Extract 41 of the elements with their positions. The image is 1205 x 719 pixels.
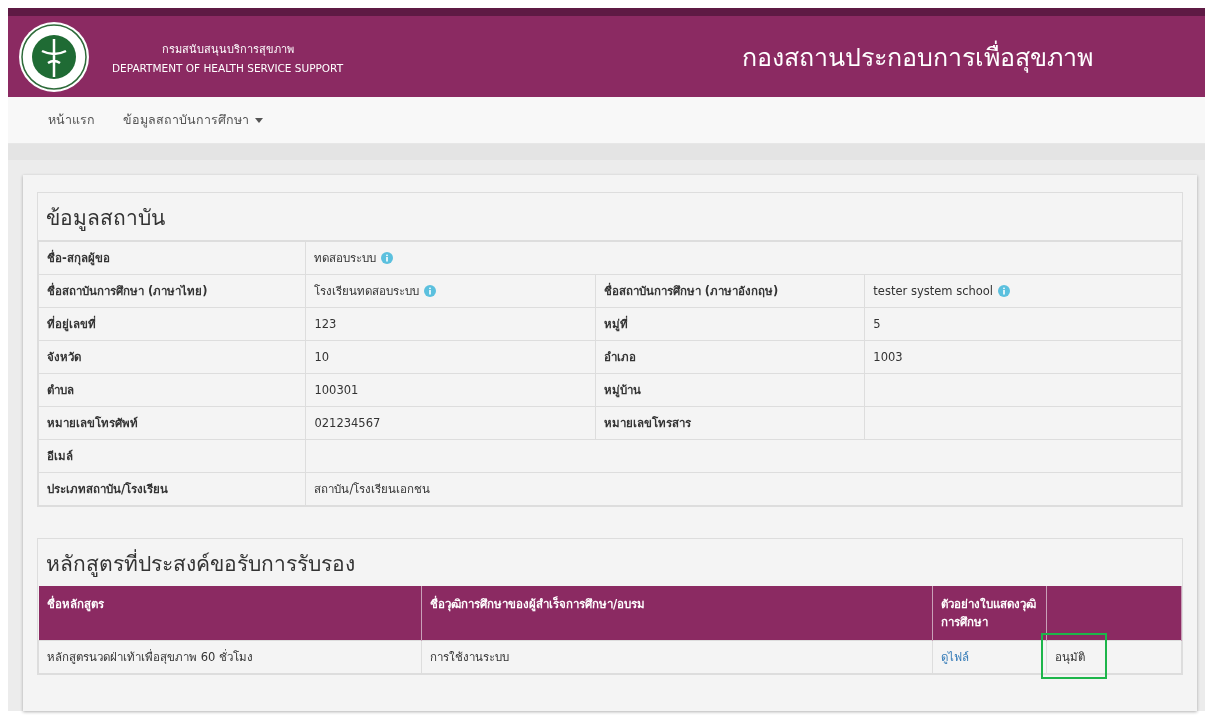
field-label: หมู่บ้าน [595,373,865,407]
field-label: ที่อยู่เลขที่ [38,307,306,341]
nav-link[interactable]: ข้อมูลสถาบันการศึกษา [123,110,263,130]
field-label: ประเภทสถาบัน/โรงเรียน [38,472,306,506]
site-title: กองสถานประกอบการเพื่อสุขภาพ [742,39,1093,75]
table-cell: หลักสูตรนวดฝ่าเท้าเพื่อสุขภาพ 60 ชั่วโมง [38,640,422,674]
field-label: ชื่อสถาบันการศึกษา (ภาษาไทย) [38,274,306,308]
column-header: ชื่อวุฒิการศึกษาของผู้สำเร็จการศึกษา/อบรม [421,586,933,641]
view-file-link[interactable]: ดูไฟล์ [940,650,969,664]
field-value: สถาบัน/โรงเรียนเอกชน [305,472,1182,506]
section-title: หลักสูตรที่ประสงค์ขอรับการรับรอง [38,539,1182,586]
info-icon[interactable] [424,285,437,297]
section-title: ข้อมูลสถาบัน [38,193,1182,241]
field-value: tester system school [864,274,1182,308]
field-label: จังหวัด [38,340,306,374]
column-header: ชื่อหลักสูตร [38,586,422,641]
field-value: 100301 [305,373,596,407]
table-cell: การใช้งานระบบ [421,640,933,674]
field-label: ชื่อ-สกุลผู้ขอ [38,241,306,275]
field-value: 123 [305,307,596,341]
field-value: 1003 [864,340,1182,374]
info-icon[interactable] [998,285,1010,297]
field-value: โรงเรียนทดสอบระบบ [305,274,596,308]
field-value: 021234567 [305,406,596,440]
field-label: หมู่ที่ [595,307,865,341]
info-icon[interactable] [381,252,394,264]
field-label: อีเมล์ [38,439,306,473]
field-label: หมายเลขโทรสาร [595,406,865,440]
column-header: ตัวอย่างใบแสดงวุฒิการศึกษา [932,586,1047,641]
field-label: ชื่อสถาบันการศึกษา (ภาษาอังกฤษ) [595,274,865,308]
org-name-english: DEPARTMENT OF HEALTH SERVICE SUPPORT [112,61,344,74]
field-value: 10 [305,340,596,374]
field-value: 5 [864,307,1182,341]
field-value: ทดสอบระบบ [305,241,1182,275]
field-label: ตำบล [38,373,306,407]
nav-link[interactable]: หน้าแรก [48,110,95,130]
logo-icon [18,20,90,93]
caret-icon [255,117,263,123]
field-label: หมายเลขโทรศัพท์ [38,406,306,440]
field-label: อำเภอ [595,340,865,374]
org-name-thai: กรมสนับสนุนบริการสุขภาพ [161,41,294,58]
